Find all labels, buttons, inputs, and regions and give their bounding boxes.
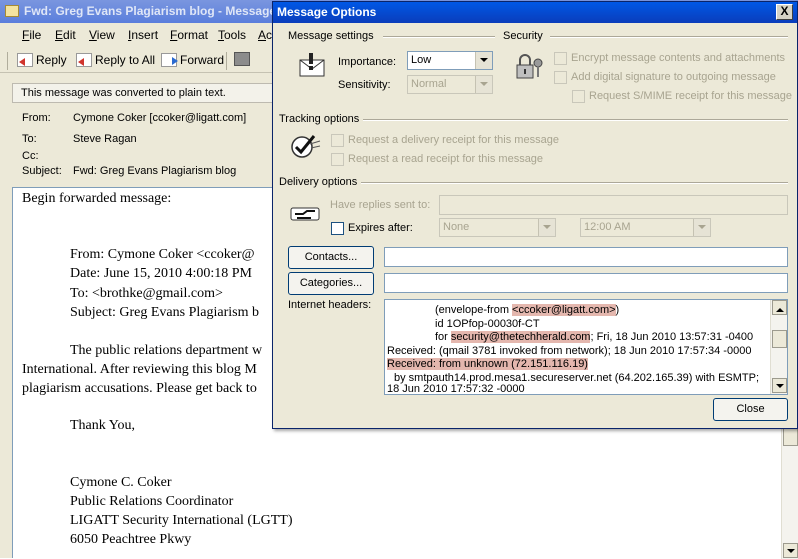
menu-actions[interactable]: Ac [258, 28, 272, 42]
header-line: Received: (qmail 3781 invoked from netwo… [387, 345, 752, 357]
tracking-group-title: Tracking options [279, 113, 360, 125]
contacts-button[interactable]: Contacts... [288, 246, 374, 269]
contacts-input[interactable] [384, 247, 788, 267]
dialog-titlebar[interactable]: Message Options X [273, 2, 797, 23]
reply-button[interactable]: Reply [16, 51, 67, 71]
header-line: 18 Jun 2010 17:57:32 -0000 [387, 383, 525, 395]
body-line: LIGATT Security International (LGTT) [70, 513, 293, 528]
body-line: From: Cymone Coker <ccoker@ [70, 247, 255, 262]
body-line: 6050 Peachtree Pkwy [70, 532, 192, 547]
highlighted-sender: <ccoker@ligatt.com> [512, 304, 616, 316]
security-group-title: Security [503, 30, 543, 42]
message-options-dialog: Message Options X Message settings Impor… [272, 1, 798, 429]
delivery-handshake-icon [290, 207, 320, 221]
internet-headers-scrollbar[interactable] [770, 300, 787, 394]
delivery-receipt-label: Request a delivery receipt for this mess… [348, 134, 559, 146]
reply-all-icon [76, 53, 92, 67]
encrypt-checkbox[interactable] [554, 52, 567, 65]
delivery-receipt-checkbox[interactable] [331, 134, 344, 147]
menu-tools[interactable]: Tools [218, 28, 246, 42]
body-line: Cymone C. Coker [70, 475, 172, 490]
smime-receipt-checkbox[interactable] [572, 90, 585, 103]
toolbar-separator [226, 52, 227, 70]
message-header: From: Cymone Coker [ccoker@ligatt.com] T… [22, 112, 247, 177]
have-replies-input[interactable] [439, 195, 788, 215]
expires-date-dropdown-arrow[interactable] [538, 219, 555, 236]
header-line: for security@thetechherald.com; Fri, 18 … [435, 331, 754, 343]
importance-dropdown-arrow[interactable] [475, 52, 492, 69]
expires-checkbox[interactable] [331, 222, 344, 235]
importance-select[interactable]: Low [407, 51, 493, 70]
from-value[interactable]: Cymone Coker [ccoker@ligatt.com] [73, 112, 246, 124]
read-receipt-label: Request a read receipt for this message [348, 153, 544, 165]
header-line: Received: from unknown (72.151.116.19) [387, 358, 588, 370]
internet-headers-label: Internet headers: [288, 299, 372, 311]
body-scroll-down-arrow[interactable] [783, 543, 798, 558]
body-scroll-thumb[interactable] [783, 428, 798, 446]
read-receipt-checkbox[interactable] [331, 153, 344, 166]
digital-signature-label: Add digital signature to outgoing messag… [571, 71, 776, 83]
reply-icon [17, 53, 33, 67]
reply-all-button[interactable]: Reply to All [75, 51, 155, 71]
group-divider [363, 119, 788, 121]
sensitivity-dropdown-arrow[interactable] [475, 76, 492, 93]
menu-edit[interactable]: Edit [55, 28, 76, 42]
sensitivity-select[interactable]: Normal [407, 75, 493, 94]
expires-date-select[interactable]: None [439, 218, 556, 237]
delivery-group-title: Delivery options [279, 176, 358, 188]
header-line: (envelope-from <ccoker@ligatt.com>) [435, 304, 620, 316]
menu-insert[interactable]: Insert [128, 28, 158, 42]
group-divider [383, 36, 495, 38]
body-line: International. After reviewing this blog… [22, 362, 257, 377]
menu-file[interactable]: File [22, 28, 41, 42]
plain-text-notice: This message was converted to plain text… [12, 83, 274, 103]
tracking-checkmark-icon [291, 135, 321, 158]
close-button[interactable]: Close [713, 398, 788, 421]
encrypt-label: Encrypt message contents and attachments [571, 52, 786, 64]
forward-icon [161, 53, 178, 67]
body-line: Thank You, [70, 418, 135, 433]
menu-format[interactable]: Format [170, 28, 208, 42]
highlighted-origin-ip: Received: from unknown (72.151.116.19) [387, 358, 588, 370]
message-settings-envelope-icon [299, 53, 325, 77]
envelope-icon [5, 5, 19, 17]
headers-scroll-up-arrow[interactable] [772, 300, 787, 315]
body-line: To: <brothke@gmail.com> [70, 286, 223, 301]
body-line: plagiarism accusations. Please get back … [22, 381, 257, 396]
digital-signature-checkbox[interactable] [554, 71, 567, 84]
headers-scroll-thumb[interactable] [772, 330, 787, 348]
headers-scroll-down-arrow[interactable] [772, 378, 787, 393]
dialog-title: Message Options [277, 5, 377, 19]
expires-label: Expires after: [348, 222, 413, 234]
have-replies-label: Have replies sent to: [330, 199, 431, 211]
header-line: id 1OPfop-00030f-CT [435, 318, 540, 330]
body-line: Subject: Greg Evans Plagiarism b [70, 305, 259, 320]
to-value[interactable]: Steve Ragan [73, 133, 137, 145]
categories-input[interactable] [384, 273, 788, 293]
expires-time-select[interactable]: 12:00 AM [580, 218, 711, 237]
message-settings-group-title: Message settings [288, 30, 374, 42]
body-line: Public Relations Coordinator [70, 494, 234, 509]
body-line: The public relations department w [70, 343, 263, 358]
sensitivity-label: Sensitivity: [338, 79, 391, 91]
subject-value: Fwd: Greg Evans Plagiarism blog [73, 165, 237, 177]
forward-button[interactable]: Forward [160, 51, 224, 71]
importance-label: Importance: [338, 56, 397, 68]
print-icon[interactable] [234, 52, 250, 66]
highlighted-recipient: security@thetechherald.com [450, 331, 591, 343]
toolbar-grip [7, 52, 8, 70]
categories-button[interactable]: Categories... [288, 272, 374, 295]
body-line: Date: June 15, 2010 4:00:18 PM [70, 266, 252, 281]
internet-headers-textarea[interactable]: (envelope-from <ccoker@ligatt.com>) id 1… [384, 299, 788, 395]
security-lock-icon [516, 54, 543, 79]
menu-view[interactable]: View [89, 28, 115, 42]
dialog-close-x-button[interactable]: X [776, 4, 793, 20]
body-line: Begin forwarded message: [22, 191, 172, 206]
group-divider [550, 36, 788, 38]
group-divider [361, 182, 788, 184]
expires-time-dropdown-arrow[interactable] [693, 219, 710, 236]
smime-receipt-label: Request S/MIME receipt for this message [589, 90, 792, 102]
